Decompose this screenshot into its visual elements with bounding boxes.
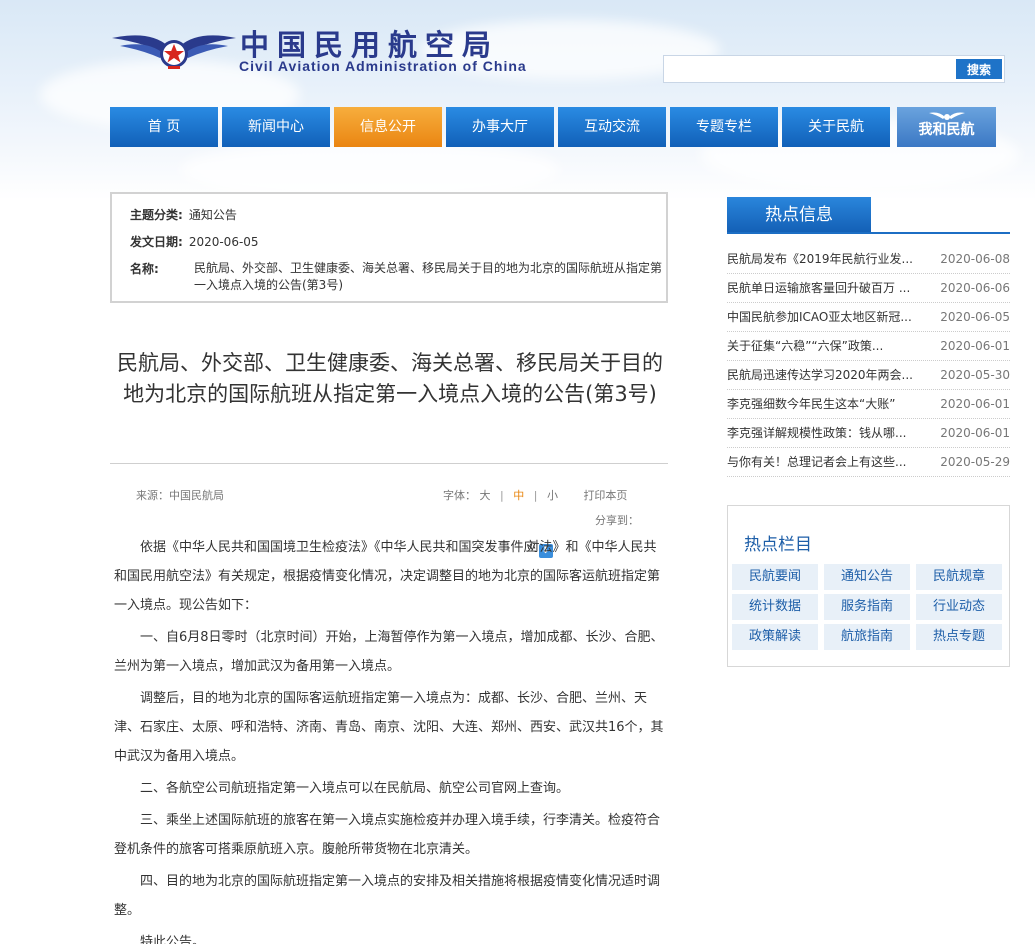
hot-info-date: 2020-06-06 (940, 281, 1010, 295)
hot-info-date: 2020-06-01 (940, 426, 1010, 440)
hot-info-title[interactable]: 民航单日运输旅客量回升破百万 ... (727, 274, 927, 302)
article-paragraph: 特此公告。 (140, 935, 206, 944)
separator: | (533, 489, 538, 502)
article-paragraph: 一、自6月8日零时（北京时间）开始，上海暂停作为第一入境点，增加成都、长沙、合肥… (114, 630, 664, 674)
hot-info-date: 2020-06-01 (940, 339, 1010, 353)
column-link[interactable]: 热点专题 (916, 624, 1002, 650)
wings-icon (929, 112, 965, 120)
hot-info-item[interactable]: 与你有关！总理记者会上有这些... 2020-05-29 (727, 448, 1010, 477)
hot-info-date: 2020-05-30 (940, 368, 1010, 382)
article-title: 民航局、外交部、卫生健康委、海关总署、移民局关于目的地为北京的国际航班从指定第一… (117, 351, 663, 406)
nav-item-info-disclosure[interactable]: 信息公开 (334, 107, 442, 147)
search-input[interactable] (666, 58, 951, 80)
paragraph-text: 依据《中华人民共和国国境卫生检疫法》《中华人民共和国突发事件应 (140, 540, 537, 555)
column-link[interactable]: 服务指南 (824, 594, 910, 620)
hot-info-title[interactable]: 关于征集“六稳”“六保”政策... (727, 332, 927, 360)
hot-info-item[interactable]: 中国民航参加ICAO亚太地区新冠... 2020-06-05 (727, 303, 1010, 332)
meta-name: 名称: 民航局、外交部、卫生健康委、海关总署、移民局关于目的地为北京的国际航班从… (130, 260, 662, 296)
article-paragraph: 依据《中华人民共和国国境卫生检疫法》《中华人民共和国突发事件应 ⬇对法》和《中华人… (114, 533, 664, 620)
nav-item-news[interactable]: 新闻中心 (222, 107, 330, 147)
article-paragraph: 二、各航空公司航班指定第一入境点可以在民航局、航空公司官网上查询。 (140, 781, 570, 796)
caac-emblem-icon (112, 35, 236, 69)
hot-info-title[interactable]: 与你有关！总理记者会上有这些... (727, 448, 927, 476)
font-medium-button[interactable]: 中 (513, 487, 524, 503)
nav-item-service-hall[interactable]: 办事大厅 (446, 107, 554, 147)
article-paragraph: 三、乘坐上述国际航班的旅客在第一入境点实施检疫并办理入境手续，行李清关。检疫符合… (114, 813, 661, 857)
column-link[interactable]: 民航规章 (916, 564, 1002, 590)
hot-info-date: 2020-06-01 (940, 397, 1010, 411)
hot-info-item[interactable]: 李克强细数今年民生这本“大账” 2020-06-01 (727, 390, 1010, 419)
font-size-toolbar: 字体： 大 | 中 | 小 打印本页 (443, 487, 627, 503)
hot-info-date: 2020-06-05 (940, 310, 1010, 324)
print-button[interactable]: 打印本页 (583, 487, 627, 503)
hot-columns-box: 热点栏目 民航要闻 通知公告 民航规章 统计数据 服务指南 行业动态 政策解读 … (727, 505, 1010, 667)
column-link[interactable]: 航旅指南 (824, 624, 910, 650)
title-divider (110, 463, 668, 464)
font-small-button[interactable]: 小 (547, 487, 558, 503)
hot-info-title[interactable]: 中国民航参加ICAO亚太地区新冠... (727, 303, 927, 331)
nav-item-about[interactable]: 关于民航 (782, 107, 890, 147)
column-link[interactable]: 行业动态 (916, 594, 1002, 620)
nav-item-label: 我和民航 (918, 122, 975, 138)
hot-info-item[interactable]: 民航局迅速传达学习2020年两会... 2020-05-30 (727, 361, 1010, 390)
article-paragraph: 调整后，目的地为北京的国际客运航班指定第一入境点为：成都、长沙、合肥、兰州、天津… (114, 691, 664, 764)
hot-info-item[interactable]: 民航单日运输旅客量回升破百万 ... 2020-06-06 (727, 274, 1010, 303)
nav-item-me-and-aviation[interactable]: 我和民航 (897, 107, 996, 147)
article-source: 来源：中国民航局 (136, 489, 224, 502)
hot-info-date: 2020-05-29 (940, 455, 1010, 469)
main-nav: 首 页 新闻中心 信息公开 办事大厅 互动交流 专题专栏 关于民航 我和民航 (110, 107, 996, 147)
hot-info-title[interactable]: 李克强详解规模性政策：钱从哪... (727, 419, 927, 447)
article-body: 依据《中华人民共和国国境卫生检疫法》《中华人民共和国突发事件应 ⬇对法》和《中华人… (114, 533, 664, 944)
site-logo[interactable]: 中国民用航空局 Civil Aviation Administration of… (110, 18, 540, 82)
column-link[interactable]: 政策解读 (732, 624, 818, 650)
share-label: 分享到： (595, 514, 639, 527)
hot-info-item[interactable]: 关于征集“六稳”“六保”政策... 2020-06-01 (727, 332, 1010, 361)
column-link[interactable]: 通知公告 (824, 564, 910, 590)
meta-name-label: 名称: (130, 262, 159, 276)
search-box: 搜索 (663, 55, 1005, 83)
column-link[interactable]: 民航要闻 (732, 564, 818, 590)
hot-info-item[interactable]: 李克强详解规模性政策：钱从哪... 2020-06-01 (727, 419, 1010, 448)
hot-info-title[interactable]: 民航局迅速传达学习2020年两会... (727, 361, 927, 389)
hot-info-date: 2020-06-08 (940, 252, 1010, 266)
font-large-button[interactable]: 大 (480, 487, 491, 503)
hot-info-item[interactable]: 民航局发布《2019年民航行业发... 2020-06-08 (727, 245, 1010, 274)
meta-category-label: 主题分类: (130, 208, 183, 222)
hot-info-underline (727, 232, 1010, 234)
hot-info-list: 民航局发布《2019年民航行业发... 2020-06-08 民航单日运输旅客量回… (727, 245, 1010, 477)
hot-columns-title: 热点栏目 (744, 535, 812, 555)
article-paragraph: 四、目的地为北京的国际航班指定第一入境点的安排及相关措施将根据疫情变化情况适时调… (114, 874, 661, 918)
column-link[interactable]: 统计数据 (732, 594, 818, 620)
hot-info-tab[interactable]: 热点信息 (727, 197, 871, 233)
meta-category-value: 通知公告 (188, 208, 237, 222)
hot-info-title[interactable]: 李克强细数今年民生这本“大账” (727, 390, 927, 418)
nav-item-interaction[interactable]: 互动交流 (558, 107, 666, 147)
nav-item-special-topics[interactable]: 专题专栏 (670, 107, 778, 147)
meta-date: 发文日期: 2020-06-05 (130, 233, 259, 250)
meta-name-value: 民航局、外交部、卫生健康委、海关总署、移民局关于目的地为北京的国际航班从指定第一… (194, 261, 663, 292)
meta-date-value: 2020-06-05 (188, 235, 259, 249)
meta-category: 主题分类: 通知公告 (130, 206, 237, 223)
separator: | (500, 489, 504, 502)
document-meta-box: 主题分类: 通知公告 发文日期: 2020-06-05 名称: 民航局、外交部、卫生… (110, 192, 668, 303)
meta-date-label: 发文日期: (130, 235, 183, 249)
search-button[interactable]: 搜索 (956, 59, 1002, 79)
logo-english-name: Civil Aviation Administration of China (239, 58, 527, 74)
nav-item-home[interactable]: 首 页 (110, 107, 218, 147)
font-size-label: 字体： (443, 489, 476, 502)
hot-info-title[interactable]: 民航局发布《2019年民航行业发... (727, 245, 927, 273)
